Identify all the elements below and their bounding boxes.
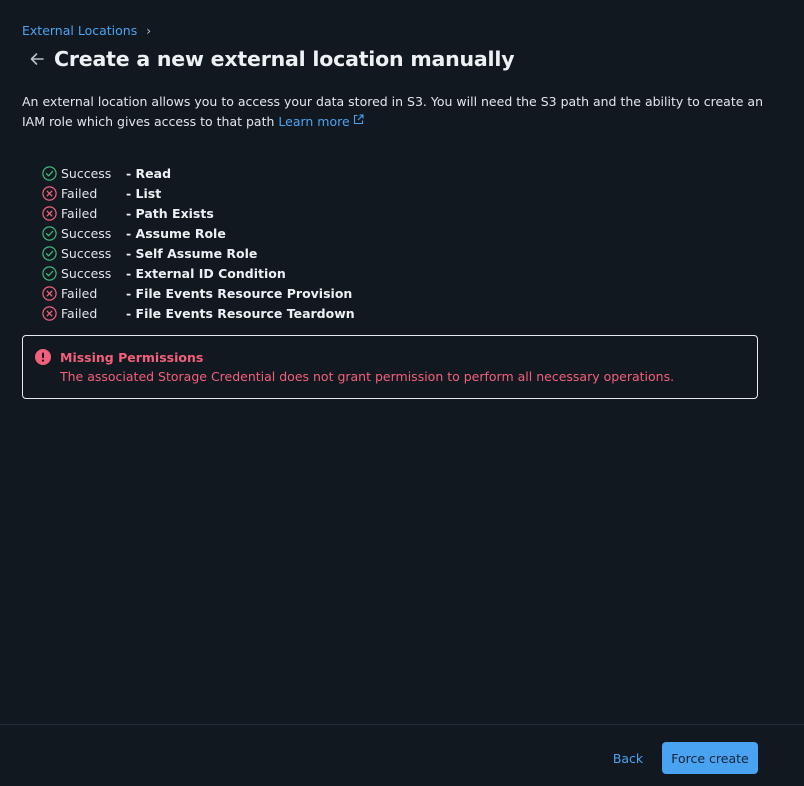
permission-check-row: Success - Assume Role (42, 223, 355, 243)
permission-check-row: Failed - File Events Resource Provision (42, 283, 355, 303)
force-create-button[interactable]: Force create (662, 742, 758, 774)
check-name: - External ID Condition (126, 265, 286, 281)
check-name: - Assume Role (126, 225, 226, 241)
check-name: - File Events Resource Teardown (126, 305, 355, 321)
footer-divider (0, 724, 804, 725)
description: An external location allows you to acces… (22, 92, 782, 131)
title-row: Create a new external location manually (28, 47, 515, 71)
x-circle-icon (42, 305, 57, 321)
check-status: Success (61, 165, 112, 181)
x-circle-icon (42, 185, 57, 201)
permission-check-row: Failed - Path Exists (42, 203, 355, 223)
description-text: An external location allows you to acces… (22, 94, 763, 129)
check-name: - List (126, 185, 162, 201)
permission-checks-list: Success - Read Failed - List Failed - Path Ex… (42, 163, 355, 323)
permission-check-row: Success - External ID Condition (42, 263, 355, 283)
x-circle-icon (42, 205, 57, 221)
page-title: Create a new external location manually (54, 47, 515, 71)
check-name: - Read (126, 165, 172, 181)
alert-message: The associated Storage Credential does n… (60, 369, 675, 384)
arrow-left-icon[interactable] (28, 50, 46, 68)
learn-more-link[interactable]: Learn more (278, 111, 364, 130)
check-name: - File Events Resource Provision (126, 285, 353, 301)
check-status: Success (61, 245, 112, 261)
learn-more-label: Learn more (278, 114, 350, 129)
external-link-icon (353, 111, 364, 130)
check-circle-icon (42, 165, 57, 181)
back-button[interactable]: Back (603, 742, 653, 774)
alert-title: Missing Permissions (60, 349, 204, 365)
check-status: Failed (61, 205, 98, 221)
permission-check-row: Failed - List (42, 183, 355, 203)
check-circle-icon (42, 225, 57, 241)
check-name: - Self Assume Role (126, 245, 258, 261)
check-status: Success (61, 225, 112, 241)
permission-check-row: Failed - File Events Resource Teardown (42, 303, 355, 323)
breadcrumb-separator: › (146, 23, 152, 38)
exclamation-circle-icon (35, 349, 51, 365)
missing-permissions-alert: Missing Permissions The associated Stora… (22, 335, 758, 399)
check-name: - Path Exists (126, 205, 214, 221)
check-status: Failed (61, 285, 98, 301)
x-circle-icon (42, 285, 57, 301)
check-status: Success (61, 265, 112, 281)
permission-check-row: Success - Self Assume Role (42, 243, 355, 263)
breadcrumb-external-locations-link[interactable]: External Locations (22, 23, 137, 38)
breadcrumb: External Locations › (22, 23, 151, 38)
page: External Locations › Create a new extern… (0, 0, 804, 786)
check-status: Failed (61, 185, 98, 201)
check-status: Failed (61, 305, 98, 321)
alert-title-row: Missing Permissions (35, 349, 743, 365)
check-circle-icon (42, 265, 57, 281)
check-circle-icon (42, 245, 57, 261)
permission-check-row: Success - Read (42, 163, 355, 183)
